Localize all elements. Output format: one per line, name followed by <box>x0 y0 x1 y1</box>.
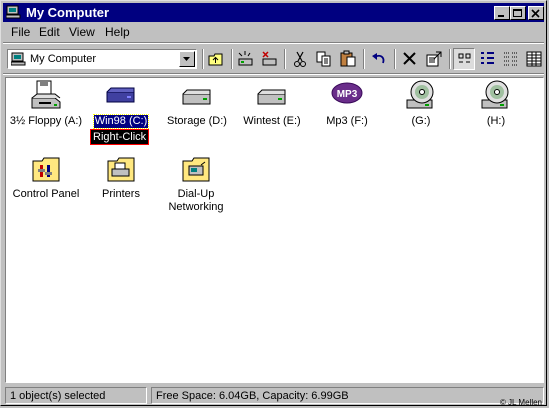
folder-label: Printers <box>102 188 140 200</box>
properties-button[interactable] <box>423 48 445 70</box>
drive-label-selected: Win98 (C:) <box>92 114 150 129</box>
paste-button[interactable] <box>337 48 359 70</box>
computer-icon <box>6 5 21 19</box>
folder-item-dialup-networking[interactable]: Dial-Up Networking <box>158 153 234 214</box>
toolbar-separator <box>394 49 396 69</box>
address-value: My Computer <box>30 53 97 65</box>
details-icon <box>526 51 542 67</box>
up-folder-button[interactable] <box>205 48 227 70</box>
map-drive-icon <box>238 51 253 66</box>
maximize-button[interactable] <box>510 6 526 20</box>
toolbar-separator <box>363 49 365 69</box>
list-button[interactable] <box>500 48 522 70</box>
folder-item-control-panel[interactable]: Control Panel <box>8 153 84 201</box>
large-icons-icon <box>458 53 471 63</box>
cd-drive-icon <box>481 80 509 109</box>
drive-label: (H:) <box>486 115 506 127</box>
window-title: My Computer <box>26 5 110 20</box>
status-selection-text: 1 object(s) selected <box>10 390 106 402</box>
file-view[interactable]: 3½ Floppy (A:) Win98 (C:) Storage (D:) W… <box>5 77 544 383</box>
properties-icon <box>426 51 442 67</box>
details-button[interactable] <box>523 48 545 70</box>
floppy-drive-icon <box>31 80 61 109</box>
cut-button[interactable] <box>289 48 311 70</box>
menu-view[interactable]: View <box>69 25 95 39</box>
toolbar-separator <box>202 49 204 69</box>
disconnect-drive-button[interactable] <box>258 48 280 70</box>
toolbar: My Computer <box>3 45 544 73</box>
drive-label: Storage (D:) <box>167 115 227 127</box>
minimize-icon <box>498 15 504 17</box>
close-icon <box>531 9 540 18</box>
title-bar[interactable]: My Computer <box>3 3 544 22</box>
drive-label: (G:) <box>411 115 431 127</box>
drive-label: Wintest (E:) <box>243 115 301 127</box>
hard-drive-icon <box>257 89 286 105</box>
close-button[interactable] <box>528 6 544 20</box>
copyright-text: © JL Mellen <box>499 398 542 407</box>
drive-item-wintest-e[interactable]: Wintest (E:) <box>234 80 310 128</box>
drive-item-mp3-f[interactable]: MP3 Mp3 (F:) <box>309 80 385 128</box>
drive-item-cd-h[interactable]: (H:) <box>458 80 534 128</box>
folder-label: Control Panel <box>12 188 80 200</box>
toolbar-separator <box>284 49 286 69</box>
computer-icon <box>11 52 26 66</box>
menu-file[interactable]: File <box>11 25 30 39</box>
right-click-annotation: Right-Click <box>90 129 150 145</box>
svg-text:MP3: MP3 <box>337 89 358 100</box>
status-bar: 1 object(s) selected Free Space: 6.04GB,… <box>3 386 546 405</box>
delete-button[interactable] <box>399 48 421 70</box>
folder-label: Dial-Up Networking <box>168 188 224 213</box>
cd-drive-icon <box>406 80 434 109</box>
my-computer-window: My Computer File Edit View Help My Compu… <box>0 0 547 407</box>
folder-item-printers[interactable]: Printers <box>83 153 159 201</box>
copy-button[interactable] <box>313 48 335 70</box>
minimize-button[interactable] <box>494 6 510 20</box>
menu-bar: File Edit View Help <box>5 23 545 41</box>
small-icons-button[interactable] <box>477 48 499 70</box>
maximize-icon <box>513 9 522 17</box>
drive-label: Mp3 (F:) <box>326 115 368 127</box>
drive-item-floppy-a[interactable]: 3½ Floppy (A:) <box>8 80 84 128</box>
drive-label: 3½ Floppy (A:) <box>9 115 83 127</box>
chevron-down-icon <box>183 57 190 61</box>
copy-icon <box>316 51 331 67</box>
control-panel-icon <box>32 157 60 182</box>
status-disk-panel: Free Space: 6.04GB, Capacity: 6.99GB <box>151 387 544 404</box>
address-dropdown-button[interactable] <box>179 51 195 67</box>
drive-item-storage-d[interactable]: Storage (D:) <box>159 80 235 128</box>
up-folder-icon <box>208 53 223 66</box>
dialup-networking-icon <box>182 157 210 182</box>
mp3-drive-icon: MP3 <box>331 82 363 104</box>
address-combobox[interactable]: My Computer <box>7 49 197 69</box>
small-icons-icon <box>481 52 494 64</box>
status-disk-text: Free Space: 6.04GB, Capacity: 6.99GB <box>156 390 349 402</box>
printers-icon <box>107 157 135 182</box>
drive-item-win98-c[interactable]: Win98 (C:) <box>83 80 159 129</box>
large-icons-button[interactable] <box>453 48 475 70</box>
scissors-icon <box>294 51 306 67</box>
status-selection-panel: 1 object(s) selected <box>5 387 147 404</box>
hard-drive-icon <box>106 87 135 103</box>
undo-button[interactable] <box>368 48 390 70</box>
hard-drive-icon <box>182 89 211 105</box>
menu-separator <box>3 42 544 44</box>
delete-icon <box>403 52 416 65</box>
menu-edit[interactable]: Edit <box>39 25 60 39</box>
menu-help[interactable]: Help <box>105 25 130 39</box>
drive-item-cd-g[interactable]: (G:) <box>383 80 459 128</box>
map-drive-button[interactable] <box>234 48 256 70</box>
paste-icon <box>340 50 356 67</box>
undo-icon <box>372 53 385 64</box>
disconnect-drive-icon <box>262 51 277 66</box>
toolbar-separator <box>449 49 451 69</box>
list-icon <box>504 52 517 66</box>
toolbar-separator <box>231 49 233 69</box>
toolbar-separator-line <box>3 73 544 75</box>
